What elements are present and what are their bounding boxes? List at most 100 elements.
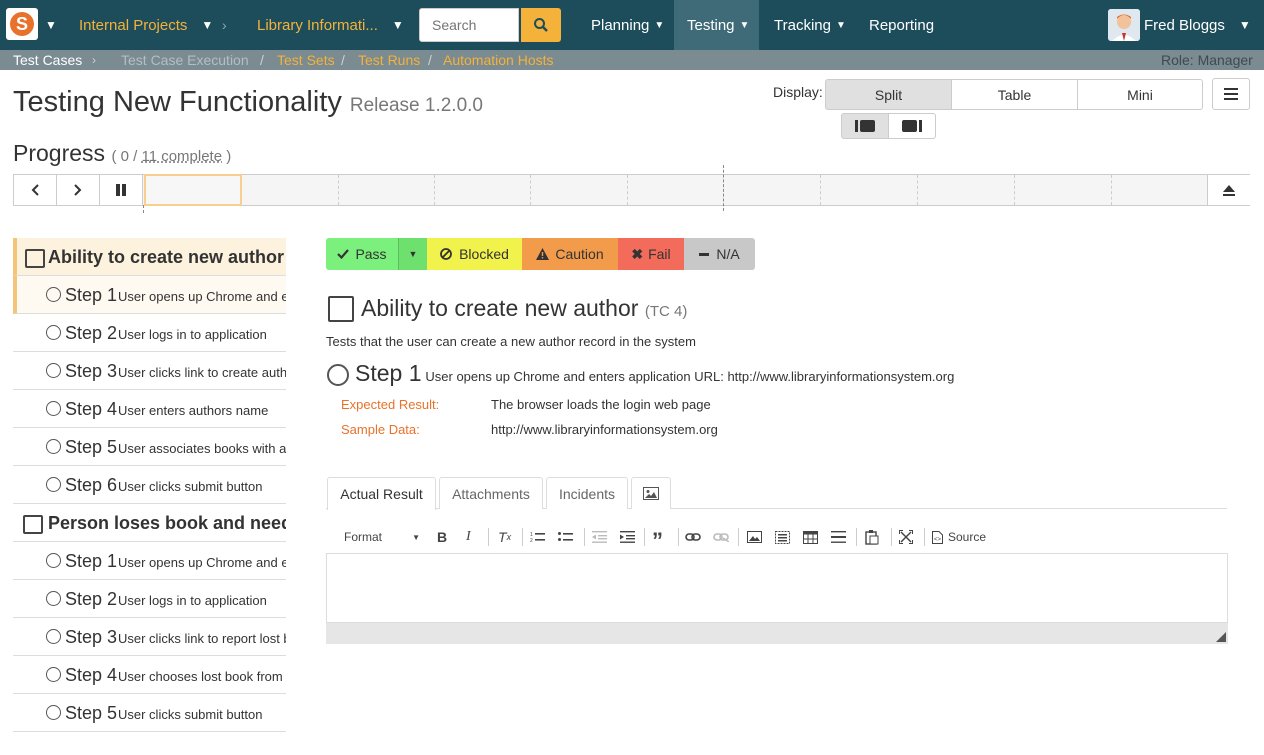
eject-icon	[1223, 184, 1235, 196]
indent-button[interactable]	[620, 523, 635, 551]
display-split-button[interactable]: Split	[825, 79, 952, 110]
expected-result-value: The browser loads the login web page	[491, 397, 711, 412]
test-case-item[interactable]: Person loses book and needs to report	[13, 504, 286, 542]
logo-dropdown-chevron[interactable]: ▼	[45, 0, 57, 50]
table-button[interactable]	[803, 523, 818, 551]
subnav-test-sets[interactable]: Test Sets	[277, 50, 335, 70]
user-menu[interactable]: Fred Bloggs ▼	[1144, 0, 1251, 50]
actual-result-textarea[interactable]	[326, 553, 1228, 623]
list-item[interactable]: Step 1User opens up Chrome and enters ap…	[13, 542, 286, 580]
tab-actual-result[interactable]: Actual Result	[327, 477, 436, 510]
list-item[interactable]: Step 3 User clicks link to create author	[13, 352, 286, 390]
caret-down-icon: ▼	[739, 19, 750, 31]
layout-right-panel-button[interactable]	[888, 113, 936, 139]
product-selector[interactable]: Library Informati... ▼	[257, 0, 404, 50]
tab-incidents[interactable]: Incidents	[546, 477, 628, 509]
tab-attachments[interactable]: Attachments	[439, 477, 543, 509]
list-item[interactable]: Step 5User associates books with author	[13, 428, 286, 466]
tab-screenshot[interactable]	[631, 477, 671, 509]
options-menu-button[interactable]	[1212, 78, 1250, 110]
fail-button[interactable]: ✖ Fail	[618, 238, 684, 270]
previous-button[interactable]	[14, 175, 57, 205]
list-item[interactable]: Step 2 User logs in to application	[13, 314, 286, 352]
progress-current-segment[interactable]	[144, 174, 242, 206]
divider: /	[341, 52, 345, 68]
menu-planning[interactable]: Planning ▼	[591, 0, 664, 50]
table-icon	[803, 530, 818, 544]
progress-segment[interactable]	[434, 175, 435, 205]
list-item[interactable]: Step 4 User chooses lost book from list	[13, 656, 286, 694]
italic-button[interactable]: I	[466, 523, 471, 551]
numbered-list-button[interactable]: 12	[530, 523, 545, 551]
caution-button[interactable]: Caution	[522, 238, 618, 270]
role-label: Role: Manager	[1161, 52, 1253, 68]
app-logo[interactable]: S	[6, 8, 38, 40]
progress-segment[interactable]	[917, 175, 918, 205]
layout-left-panel-button[interactable]	[841, 113, 889, 139]
avatar[interactable]	[1108, 9, 1140, 41]
horizontal-rule-icon	[831, 531, 846, 543]
subnav-test-runs[interactable]: Test Runs	[358, 50, 420, 70]
paste-button[interactable]	[865, 523, 879, 551]
list-item[interactable]: Step 4 User enters authors name	[13, 390, 286, 428]
step-status-icon[interactable]	[327, 364, 349, 386]
progress-segment[interactable]	[338, 175, 339, 205]
test-case-item[interactable]: Ability to create new author	[13, 238, 286, 276]
format-dropdown[interactable]: Format ▼	[344, 523, 420, 551]
list-item[interactable]: Step 6 User clicks submit button	[13, 466, 286, 504]
link-button[interactable]	[685, 523, 701, 551]
blocked-icon	[440, 248, 452, 260]
bulleted-list-button[interactable]	[558, 523, 573, 551]
divider: /	[428, 52, 432, 68]
code-snippet-button[interactable]	[775, 523, 790, 551]
pause-button[interactable]	[100, 175, 143, 205]
progress-segment[interactable]	[1111, 175, 1112, 205]
progress-bar	[13, 165, 1250, 213]
search-button[interactable]	[521, 8, 561, 42]
pass-button[interactable]: Pass	[326, 238, 398, 270]
step-status-icon	[46, 287, 61, 302]
chevron-down-icon: ▼	[391, 18, 404, 32]
list-item[interactable]: Step 5 User clicks submit button	[13, 694, 286, 732]
insert-image-button[interactable]	[747, 523, 762, 551]
menu-reporting[interactable]: Reporting	[869, 0, 934, 50]
menu-testing[interactable]: Testing ▼	[687, 0, 749, 50]
subnav-test-cases[interactable]: Test Cases	[13, 50, 82, 70]
na-button[interactable]: N/A	[684, 238, 755, 270]
progress-segment[interactable]	[820, 175, 821, 205]
minus-icon	[699, 252, 710, 256]
paste-icon	[865, 529, 879, 545]
image-icon	[747, 531, 762, 543]
project-selector[interactable]: Internal Projects ▼	[79, 0, 213, 50]
outdent-icon	[592, 531, 607, 543]
progress-segment[interactable]	[530, 175, 531, 205]
resize-handle-icon[interactable]	[1216, 632, 1226, 642]
remove-format-button[interactable]: Tx	[498, 523, 511, 551]
list-item[interactable]: Step 3User clicks link to report lost bo…	[13, 618, 286, 656]
search-input[interactable]	[419, 8, 519, 42]
list-item[interactable]: Step 2 User logs in to application	[13, 580, 286, 618]
divider	[488, 528, 489, 546]
source-button[interactable]: <> Source	[932, 523, 986, 551]
blockquote-button[interactable]: ”	[652, 527, 663, 555]
step-status-icon	[46, 325, 61, 340]
test-case-icon	[25, 249, 45, 268]
unlink-icon	[713, 533, 729, 542]
eject-button[interactable]	[1207, 175, 1250, 205]
step-status-icon	[46, 629, 61, 644]
list-item[interactable]: Step 1User opens up Chrome and enters ap…	[13, 276, 286, 314]
caret-down-icon: ▼	[408, 249, 418, 259]
blocked-button[interactable]: Blocked	[427, 238, 522, 270]
subnav-automation-hosts[interactable]: Automation Hosts	[443, 50, 554, 70]
maximize-button[interactable]	[899, 523, 913, 551]
menu-tracking[interactable]: Tracking ▼	[774, 0, 846, 50]
display-mini-button[interactable]: Mini	[1077, 79, 1203, 110]
pass-dropdown-button[interactable]: ▼	[398, 238, 427, 270]
caret-down-icon: ▼	[835, 19, 846, 31]
progress-segment[interactable]	[627, 175, 628, 205]
progress-segment[interactable]	[1014, 175, 1015, 205]
next-button[interactable]	[57, 175, 100, 205]
bold-button[interactable]: B	[437, 523, 447, 551]
horizontal-rule-button[interactable]	[831, 523, 846, 551]
display-table-button[interactable]: Table	[951, 79, 1078, 110]
